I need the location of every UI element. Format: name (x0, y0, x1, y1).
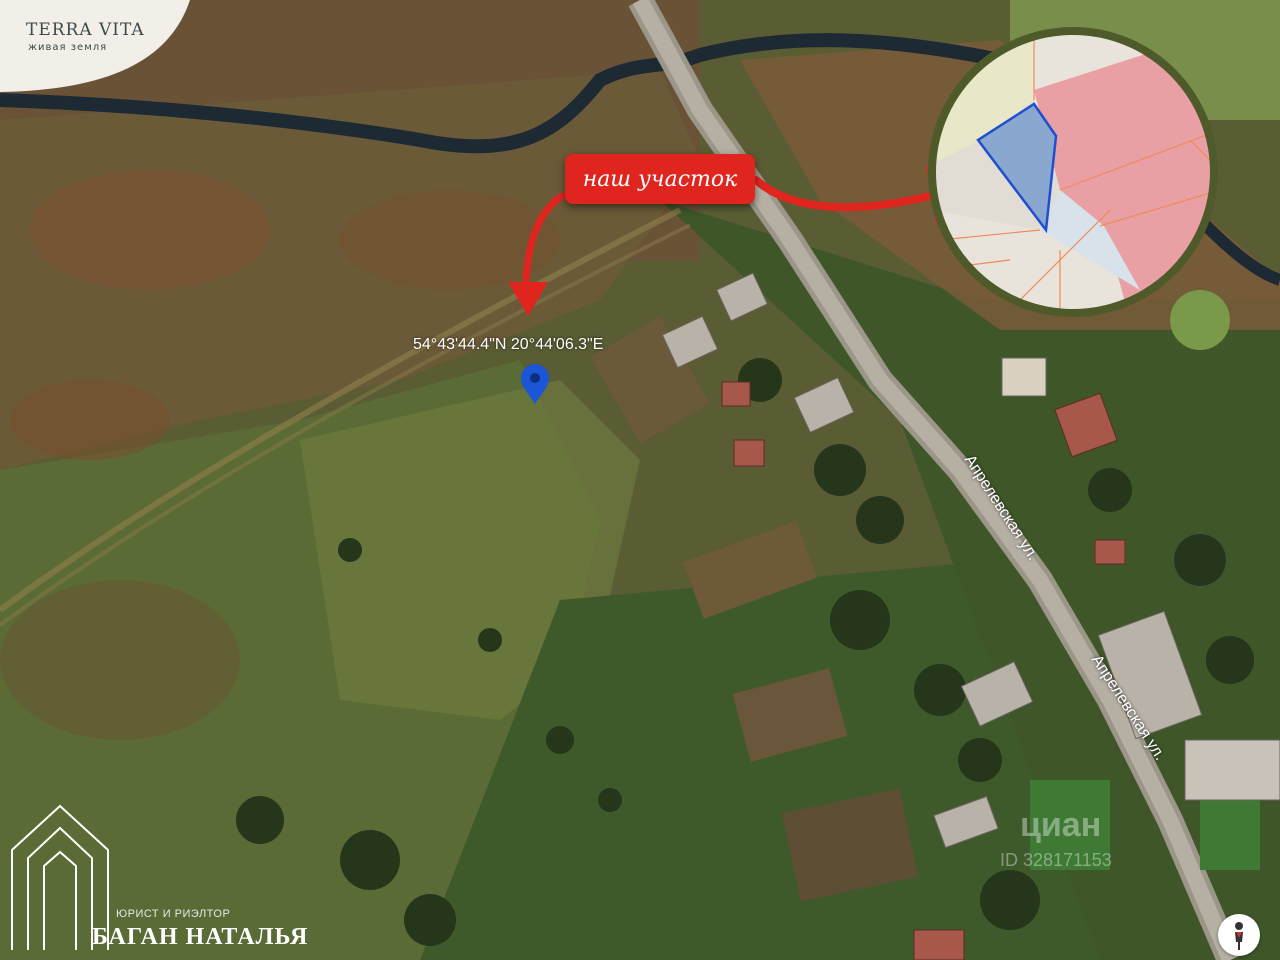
watermark-id: ID 328171153 (1000, 850, 1112, 870)
brand-tagline: живая земля (28, 42, 108, 53)
street-view-button[interactable] (1218, 914, 1260, 956)
realtor-name: БАГАН НАТАЛЬЯ (92, 924, 309, 950)
watermark-logo: циан (1020, 806, 1102, 844)
brand-name: TERRA VITA (26, 20, 145, 40)
realtor-subtitle: ЮРИСТ И РИЭЛТОР (116, 908, 231, 920)
realtor-logo: ЮРИСТ И РИЭЛТОР БАГАН НАТАЛЬЯ (6, 800, 307, 956)
terra-vita-logo: TERRA VITA живая земля (0, 0, 190, 92)
person-icon (1235, 922, 1243, 950)
coordinates-label: 54°43'44.4"N 20°44'06.3"E (413, 336, 604, 353)
map-view[interactable]: TERRA VITA живая земля наш участок 54°43… (0, 0, 1280, 960)
our-plot-callout: наш участок (565, 154, 755, 204)
